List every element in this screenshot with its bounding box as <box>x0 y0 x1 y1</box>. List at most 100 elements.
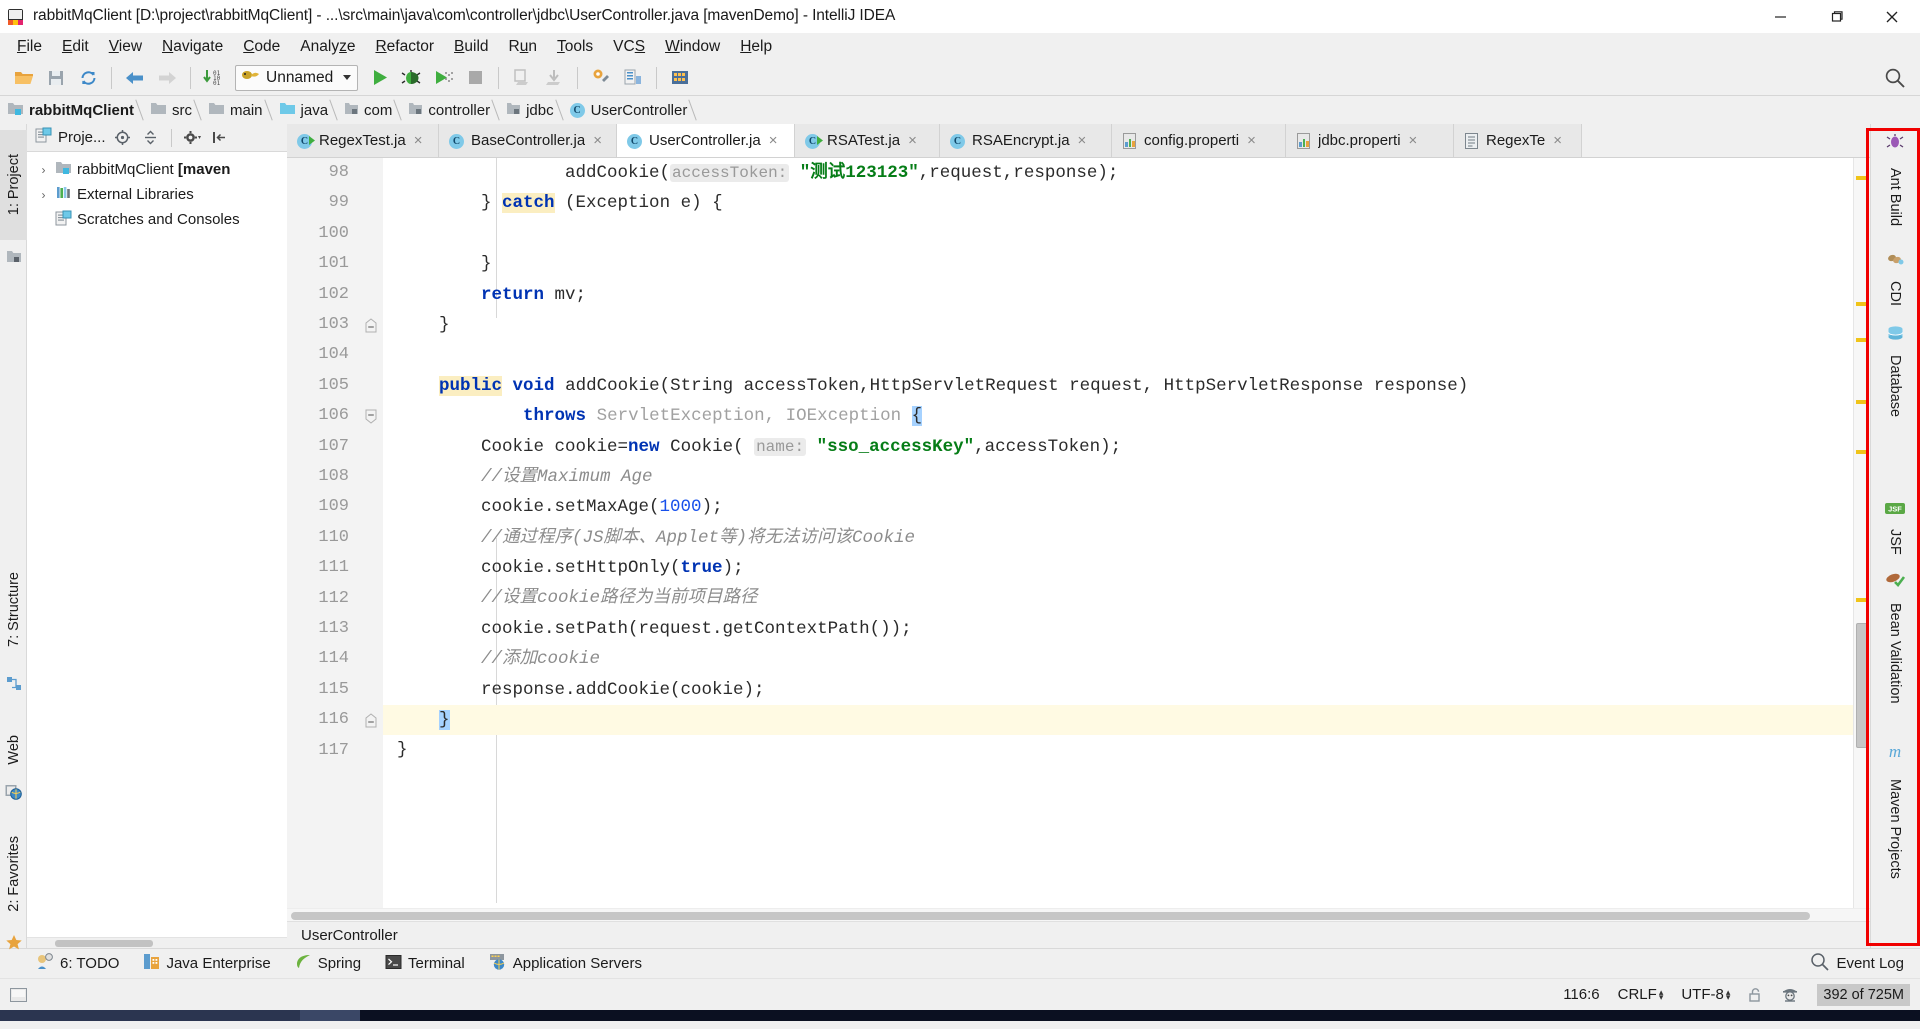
tab-config-properties[interactable]: config.properti × <box>1112 124 1286 157</box>
navigate-back-icon[interactable] <box>119 63 151 93</box>
menu-window[interactable]: Window <box>655 36 730 58</box>
debug-icon[interactable] <box>395 63 427 93</box>
gear-icon[interactable] <box>181 127 203 149</box>
tab-rsaencrypt-java[interactable]: C RSAEncrypt.ja × <box>940 124 1112 157</box>
breadcrumb-item-java[interactable]: java <box>279 96 332 124</box>
stripe-marker[interactable] <box>1856 598 1869 602</box>
close-icon[interactable]: × <box>1245 133 1258 148</box>
hide-panel-icon[interactable] <box>209 127 231 149</box>
open-folder-icon[interactable] <box>8 63 40 93</box>
code-line[interactable]: cookie.setMaxAge(1000); <box>383 492 1853 522</box>
sidebar-item-database[interactable]: Database <box>1870 346 1920 426</box>
code-line[interactable]: cookie.setHttpOnly(true); <box>383 553 1853 583</box>
run-with-coverage-icon[interactable] <box>427 63 459 93</box>
code-line[interactable]: Cookie cookie=new Cookie( name: "sso_acc… <box>383 432 1853 462</box>
breadcrumb-item-main[interactable]: main <box>208 96 266 124</box>
fold-marker-icon[interactable] <box>364 705 378 735</box>
menu-run[interactable]: Run <box>499 36 547 58</box>
sidebar-item-cdi[interactable]: CDI <box>1870 272 1920 314</box>
menu-file[interactable]: File <box>7 36 52 58</box>
sidebar-item-maven-projects[interactable]: Maven Projects <box>1870 766 1920 892</box>
code-line[interactable]: } <box>383 310 1853 340</box>
tree-node-external-libraries[interactable]: › External Libraries <box>27 182 287 207</box>
code-line[interactable]: addCookie(accessToken: "测试123123",reques… <box>383 158 1853 188</box>
stripe-marker[interactable] <box>1856 400 1869 404</box>
sidebar-item-jsf[interactable]: JSF <box>1870 522 1920 562</box>
code-line[interactable]: //通过程序(JS脚本、Applet等)将无法访问该Cookie <box>383 523 1853 553</box>
code-line[interactable]: response.addCookie(cookie); <box>383 675 1853 705</box>
settings-icon[interactable] <box>585 63 617 93</box>
stripe-marker[interactable] <box>1856 338 1869 342</box>
collapse-all-icon[interactable] <box>140 127 162 149</box>
breadcrumb-item-class[interactable]: C UserController <box>569 96 691 124</box>
locate-icon[interactable] <box>112 127 134 149</box>
tab-rsatest-java[interactable]: C RSATest.ja × <box>795 124 940 157</box>
sidebar-item-structure[interactable]: 7: Structure <box>0 549 27 669</box>
memory-indicator[interactable]: 392 of 725M <box>1817 983 1910 1006</box>
maximize-button[interactable] <box>1808 0 1864 33</box>
code-line[interactable]: } catch (Exception e) { <box>383 188 1853 218</box>
update-project-icon[interactable] <box>506 63 538 93</box>
close-icon[interactable]: × <box>906 133 919 148</box>
stop-icon[interactable] <box>459 63 491 93</box>
bottom-item-spring[interactable]: Spring <box>295 953 361 974</box>
menu-tools[interactable]: Tools <box>547 36 603 58</box>
close-icon[interactable]: × <box>1407 133 1420 148</box>
menu-edit[interactable]: Edit <box>52 36 99 58</box>
code-text-area[interactable]: addCookie(accessToken: "测试123123",reques… <box>383 158 1853 908</box>
navigate-forward-icon[interactable] <box>151 63 183 93</box>
encoding-selector[interactable]: UTF-8 ▴ ▾ <box>1681 986 1730 1003</box>
close-icon[interactable]: × <box>412 133 425 148</box>
fold-marker-icon[interactable] <box>364 401 378 431</box>
tab-basecontroller-java[interactable]: C BaseController.ja × <box>439 124 617 157</box>
status-bar-left-icon[interactable] <box>10 987 30 1003</box>
fold-marker-icon[interactable] <box>364 310 378 340</box>
bottom-item-application-servers[interactable]: Application Servers <box>489 953 642 974</box>
menu-navigate[interactable]: Navigate <box>152 36 233 58</box>
run-icon[interactable] <box>363 63 395 93</box>
sidebar-item-bean-validation[interactable]: Bean Validation <box>1870 592 1920 714</box>
stripe-marker[interactable] <box>1856 450 1869 454</box>
menu-help[interactable]: Help <box>730 36 782 58</box>
menu-vcs[interactable]: VCS <box>603 36 655 58</box>
minimize-button[interactable] <box>1752 0 1808 33</box>
code-line[interactable]: //设置cookie路径为当前项目路径 <box>383 583 1853 613</box>
menu-analyze[interactable]: Analyze <box>290 36 365 58</box>
sdk-manager-icon[interactable] <box>664 63 696 93</box>
breadcrumb-item-src[interactable]: src <box>150 96 195 124</box>
breadcrumb-item-controller[interactable]: controller <box>408 96 493 124</box>
line-separator-selector[interactable]: CRLF ▴ ▾ <box>1618 986 1664 1003</box>
close-icon[interactable]: × <box>1076 133 1089 148</box>
tab-regextest-java[interactable]: C RegexTest.ja × <box>287 124 439 157</box>
sidebar-item-ant-build[interactable]: Ant Build <box>1870 156 1920 238</box>
code-line[interactable]: //设置Maximum Age <box>383 462 1853 492</box>
tree-node-project[interactable]: › rabbitMqClient [maven <box>27 157 287 182</box>
code-line[interactable]: } <box>383 705 1853 736</box>
tab-regextext-file[interactable]: RegexTe × <box>1454 124 1582 157</box>
tab-jdbc-properties[interactable]: jdbc.properti × <box>1286 124 1454 157</box>
project-structure-icon[interactable] <box>617 63 649 93</box>
code-line[interactable] <box>383 219 1853 249</box>
chevron-right-icon[interactable]: › <box>37 163 50 177</box>
caret-position[interactable]: 116:6 <box>1563 986 1599 1003</box>
menu-code[interactable]: Code <box>233 36 290 58</box>
commit-icon[interactable] <box>538 63 570 93</box>
code-line[interactable]: } <box>383 735 1853 765</box>
code-line[interactable]: throws ServletException, IOException { <box>383 401 1853 431</box>
breadcrumb-item-project[interactable]: rabbitMqClient <box>7 96 137 124</box>
tab-usercontroller-java[interactable]: C UserController.ja × <box>617 124 795 157</box>
close-icon[interactable]: × <box>767 133 780 148</box>
menu-refactor[interactable]: Refactor <box>365 36 444 58</box>
sidebar-item-web[interactable]: Web <box>0 722 27 778</box>
stripe-marker[interactable] <box>1856 302 1869 306</box>
menu-view[interactable]: View <box>99 36 152 58</box>
code-editor[interactable]: 98 99 100 101 102 103 104 105 106 107 108 109 110 111… <box>287 158 1870 908</box>
menu-build[interactable]: Build <box>444 36 498 58</box>
close-icon[interactable]: × <box>1551 133 1564 148</box>
breadcrumb-item-jdbc[interactable]: jdbc <box>506 96 557 124</box>
code-folding-column[interactable] <box>361 158 383 908</box>
search-everywhere-icon[interactable] <box>1884 67 1906 94</box>
scrollbar-thumb[interactable] <box>291 912 1810 920</box>
sidebar-item-project[interactable]: 1: Project <box>0 130 27 240</box>
chevron-right-icon[interactable]: › <box>37 188 50 202</box>
